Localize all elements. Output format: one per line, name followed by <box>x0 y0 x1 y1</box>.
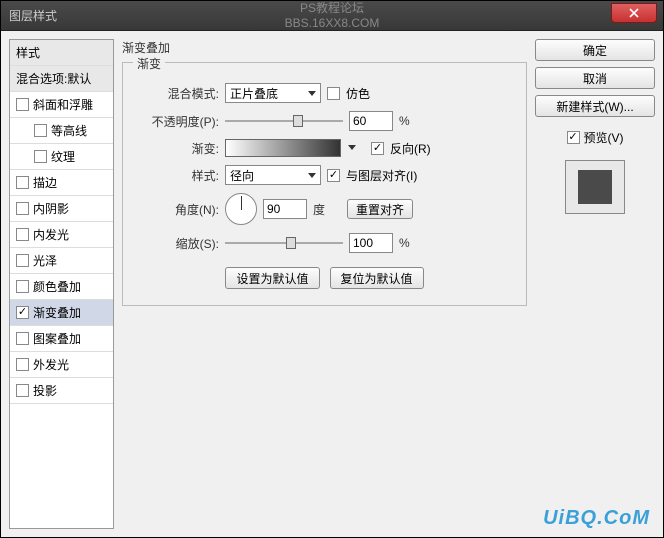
dither-label: 仿色 <box>346 85 370 102</box>
blend-mode-label: 混合模式: <box>137 85 219 102</box>
fieldset-legend: 渐变 <box>133 55 165 72</box>
gradient-fieldset: 渐变 混合模式: 正片叠底 仿色 不透明度(P): 60 % 渐变: <box>122 62 527 306</box>
sidebar-item-label: 图案叠加 <box>33 330 81 347</box>
sidebar-checkbox[interactable] <box>16 384 29 397</box>
preview-swatch <box>565 160 625 214</box>
content-area: 样式 混合选项:默认 斜面和浮雕等高线纹理描边内阴影内发光光泽颜色叠加渐变叠加图… <box>1 31 663 537</box>
sidebar-item[interactable]: 纹理 <box>10 144 113 170</box>
preview-label: 预览(V) <box>584 129 624 146</box>
scale-input[interactable]: 100 <box>349 233 393 253</box>
angle-dial[interactable] <box>225 193 257 225</box>
style-select[interactable]: 径向 <box>225 165 321 185</box>
sidebar-header-blend[interactable]: 混合选项:默认 <box>10 66 113 92</box>
sidebar-checkbox[interactable] <box>16 176 29 189</box>
gradient-picker[interactable] <box>225 139 341 157</box>
angle-label: 角度(N): <box>137 201 219 218</box>
sidebar-item[interactable]: 颜色叠加 <box>10 274 113 300</box>
sidebar-item[interactable]: 外发光 <box>10 352 113 378</box>
sidebar-checkbox[interactable] <box>16 358 29 371</box>
sidebar-item[interactable]: 内发光 <box>10 222 113 248</box>
angle-unit: 度 <box>313 201 325 218</box>
scale-slider[interactable] <box>225 235 343 251</box>
sidebar-item-label: 等高线 <box>51 122 87 139</box>
sidebar-checkbox[interactable] <box>16 306 29 319</box>
sidebar-checkbox[interactable] <box>16 98 29 111</box>
reset-default-button[interactable]: 复位为默认值 <box>330 267 424 289</box>
blend-mode-select[interactable]: 正片叠底 <box>225 83 321 103</box>
sidebar-item[interactable]: 等高线 <box>10 118 113 144</box>
scale-unit: % <box>399 236 410 250</box>
set-default-button[interactable]: 设置为默认值 <box>225 267 319 289</box>
sidebar-item[interactable]: 斜面和浮雕 <box>10 92 113 118</box>
angle-input[interactable]: 90 <box>263 199 307 219</box>
sidebar-checkbox[interactable] <box>34 124 47 137</box>
new-style-button[interactable]: 新建样式(W)... <box>535 95 655 117</box>
sidebar-item-label: 斜面和浮雕 <box>33 96 93 113</box>
gradient-label: 渐变: <box>137 140 219 157</box>
sidebar-item-label: 描边 <box>33 174 57 191</box>
titlebar-watermark: PS教程论坛 BBS.16XX8.COM <box>285 1 380 30</box>
window-title: 图层样式 <box>1 7 57 24</box>
sidebar-checkbox[interactable] <box>16 280 29 293</box>
close-button[interactable] <box>611 3 657 23</box>
sidebar-item[interactable]: 渐变叠加 <box>10 300 113 326</box>
styles-sidebar: 样式 混合选项:默认 斜面和浮雕等高线纹理描边内阴影内发光光泽颜色叠加渐变叠加图… <box>9 39 114 529</box>
opacity-slider[interactable] <box>225 113 343 129</box>
sidebar-checkbox[interactable] <box>16 228 29 241</box>
sidebar-checkbox[interactable] <box>16 202 29 215</box>
sidebar-item[interactable]: 图案叠加 <box>10 326 113 352</box>
sidebar-item-label: 光泽 <box>33 252 57 269</box>
sidebar-item[interactable]: 内阴影 <box>10 196 113 222</box>
sidebar-item-label: 外发光 <box>33 356 69 373</box>
dialog-frame: 图层样式 PS教程论坛 BBS.16XX8.COM 样式 混合选项:默认 斜面和… <box>0 0 664 538</box>
dither-checkbox[interactable] <box>327 87 340 100</box>
sidebar-item[interactable]: 光泽 <box>10 248 113 274</box>
reverse-label: 反向(R) <box>390 140 431 157</box>
preview-checkbox[interactable] <box>567 131 580 144</box>
right-column: 确定 取消 新建样式(W)... 预览(V) <box>535 39 655 529</box>
align-label: 与图层对齐(I) <box>346 167 417 184</box>
align-checkbox[interactable] <box>327 169 340 182</box>
reset-align-button[interactable]: 重置对齐 <box>347 199 413 219</box>
watermark: UiBQ.CoM <box>543 507 650 530</box>
panel-title: 渐变叠加 <box>122 39 527 56</box>
style-label: 样式: <box>137 167 219 184</box>
reverse-checkbox[interactable] <box>371 142 384 155</box>
sidebar-checkbox[interactable] <box>34 150 47 163</box>
preview-swatch-inner <box>578 170 612 204</box>
sidebar-item-label: 渐变叠加 <box>33 304 81 321</box>
ok-button[interactable]: 确定 <box>535 39 655 61</box>
sidebar-item[interactable]: 投影 <box>10 378 113 404</box>
main-panel: 渐变叠加 渐变 混合模式: 正片叠底 仿色 不透明度(P): 60 % 渐变: <box>122 39 527 529</box>
opacity-label: 不透明度(P): <box>137 113 219 130</box>
sidebar-checkbox[interactable] <box>16 254 29 267</box>
close-icon <box>629 8 639 18</box>
titlebar: 图层样式 PS教程论坛 BBS.16XX8.COM <box>1 1 663 31</box>
sidebar-item-label: 内发光 <box>33 226 69 243</box>
cancel-button[interactable]: 取消 <box>535 67 655 89</box>
sidebar-item-label: 纹理 <box>51 148 75 165</box>
opacity-input[interactable]: 60 <box>349 111 393 131</box>
sidebar-checkbox[interactable] <box>16 332 29 345</box>
sidebar-item[interactable]: 描边 <box>10 170 113 196</box>
sidebar-item-label: 投影 <box>33 382 57 399</box>
sidebar-header-styles[interactable]: 样式 <box>10 40 113 66</box>
opacity-unit: % <box>399 114 410 128</box>
sidebar-item-label: 颜色叠加 <box>33 278 81 295</box>
sidebar-item-label: 内阴影 <box>33 200 69 217</box>
scale-label: 缩放(S): <box>137 235 219 252</box>
